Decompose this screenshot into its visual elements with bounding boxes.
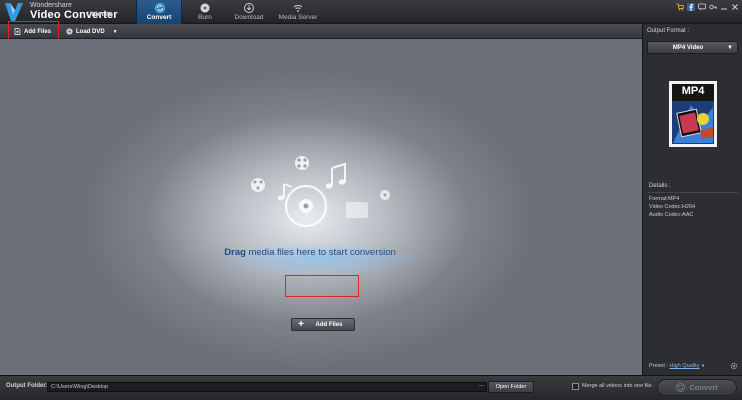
output-folder-path-field[interactable]: C:\Users\Wing\Desktop — [47, 382, 487, 392]
dvd-icon — [66, 28, 73, 35]
mp4-format-label: MP4 — [681, 85, 705, 97]
highlight-box-toolbar — [8, 21, 59, 40]
tab-media-server[interactable]: Media Server — [274, 0, 322, 24]
toolbar: Add Files Load DVD ▼ — [0, 21, 642, 40]
merge-label: Merge all videos into one file — [582, 383, 652, 389]
media-files-icon — [251, 156, 390, 228]
tab-download-label: Download — [234, 14, 264, 21]
gear-icon[interactable] — [730, 362, 738, 370]
add-files-button[interactable]: + Add Files — [291, 318, 355, 331]
tab-convert[interactable]: Convert — [136, 0, 182, 24]
browse-folder-button[interactable]: ... — [479, 382, 484, 388]
preset-row: Preset : High Quality ▼ — [649, 363, 705, 369]
output-format-value: MP4 Video — [672, 45, 704, 51]
open-folder-button[interactable]: Open Folder — [488, 381, 534, 393]
load-dvd-dropdown-icon[interactable]: ▼ — [113, 29, 118, 35]
tab-media-server-label: Media Server — [278, 14, 318, 21]
preset-dropdown-icon[interactable]: ▼ — [701, 363, 705, 368]
bottom-bar: Output Folder: C:\Users\Wing\Desktop ...… — [0, 375, 742, 400]
tab-burn[interactable]: Burn — [182, 0, 228, 24]
app-window: Wondershare Video Converter Ultimate Con… — [0, 0, 742, 400]
detail-video-codec: Video Codec:H264 — [649, 204, 696, 210]
detail-format: Format:MP4 — [649, 196, 680, 202]
chevron-down-icon: ▼ — [727, 45, 733, 51]
output-folder-label: Output Folder: — [6, 383, 48, 389]
message-icon[interactable] — [698, 3, 706, 11]
title-bar: Wondershare Video Converter Ultimate Con… — [0, 0, 742, 24]
add-files-label: Add Files — [315, 321, 343, 328]
convert-button-label: Convert — [689, 383, 718, 392]
merge-checkbox[interactable] — [572, 383, 579, 390]
preset-quality-link[interactable]: High Quality — [669, 363, 699, 369]
drag-hint-rest: media files here to start conversion — [245, 247, 396, 258]
output-panel: Output Format : MP4 Video ▼ MP4 Details … — [642, 24, 742, 375]
key-icon[interactable] — [709, 3, 717, 11]
minimize-icon[interactable] — [720, 3, 728, 11]
app-logo-icon — [5, 3, 23, 21]
preset-label: Preset : — [649, 363, 668, 369]
plus-icon: + — [298, 318, 304, 330]
detail-audio-codec: Audio Codec:AAC — [649, 212, 694, 218]
window-controls — [676, 3, 739, 13]
media-server-icon — [293, 5, 303, 12]
burn-icon — [200, 3, 210, 13]
drop-area[interactable]: Drag media files here to start conversio… — [0, 39, 642, 375]
convert-icon — [155, 3, 165, 13]
tab-download[interactable]: Download — [226, 0, 272, 24]
details-divider — [647, 192, 738, 193]
cart-icon[interactable] — [676, 3, 684, 11]
brand-company: Wondershare — [30, 2, 72, 9]
close-icon[interactable] — [731, 3, 739, 11]
highlight-box-add-files — [285, 275, 359, 297]
tab-burn-label: Burn — [198, 14, 212, 21]
output-format-title: Output Format : — [647, 28, 690, 34]
tab-convert-label: Convert — [146, 14, 172, 21]
app-edition: Ultimate — [87, 11, 113, 18]
convert-icon — [676, 383, 686, 392]
details-title: Details : — [649, 183, 671, 189]
drag-hint-text: Drag media files here to start conversio… — [160, 247, 460, 258]
load-dvd-label: Load DVD — [76, 28, 105, 35]
load-dvd-button[interactable]: Load DVD ▼ — [66, 25, 118, 38]
drag-hint-bold: Drag — [224, 247, 246, 258]
output-format-select[interactable]: MP4 Video ▼ — [647, 41, 738, 54]
convert-button[interactable]: Convert — [657, 379, 737, 396]
facebook-icon[interactable] — [687, 3, 695, 11]
download-icon — [244, 3, 254, 13]
